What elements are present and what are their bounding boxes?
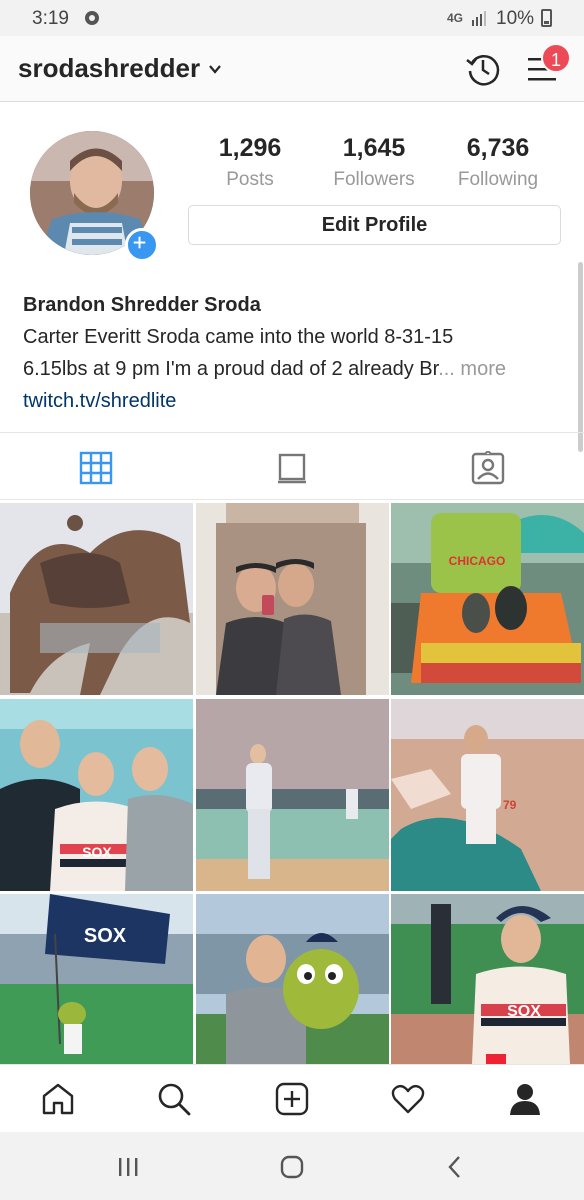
- bio-more-link[interactable]: ... more: [438, 358, 506, 380]
- edit-profile-button[interactable]: Edit Profile: [188, 205, 561, 245]
- following-count: 6,736: [466, 134, 530, 162]
- photo-grid: CHICAGO SOX 79 SOX SOX: [0, 503, 584, 1086]
- home-icon[interactable]: [41, 1082, 75, 1116]
- grid-post-8[interactable]: [196, 894, 389, 1086]
- username-switcher[interactable]: srodashredder: [18, 53, 200, 84]
- grid-sign-text: CHICAGO: [449, 554, 506, 568]
- scrollbar[interactable]: [578, 262, 583, 452]
- home-button-icon[interactable]: [279, 1154, 305, 1180]
- bio-text-line-1: Carter Everitt Sroda came into the world…: [23, 326, 454, 348]
- bottom-navigation: [0, 1064, 584, 1132]
- grid-post-1[interactable]: [0, 503, 193, 695]
- signal-icon: [472, 11, 486, 26]
- followers-stat[interactable]: 1,645 Followers: [304, 134, 444, 191]
- grid-jersey-number: 79: [503, 798, 517, 812]
- add-post-icon[interactable]: [275, 1082, 309, 1116]
- bio-text-line-2: 6.15lbs at 9 pm I'm a proud dad of 2 alr…: [23, 358, 563, 381]
- grid-post-2[interactable]: [196, 503, 389, 695]
- battery-percent: 10%: [496, 8, 535, 29]
- chevron-down-icon[interactable]: [208, 62, 222, 76]
- posts-label: Posts: [226, 169, 274, 190]
- grid-post-3[interactable]: CHICAGO: [391, 503, 584, 695]
- profile-website-link[interactable]: twitch.tv/shredlite: [23, 390, 563, 413]
- following-label: Following: [457, 169, 539, 190]
- grid-flag-text: SOX: [84, 925, 127, 947]
- grid-post-5[interactable]: [196, 699, 389, 891]
- profile-tabs: [0, 432, 584, 500]
- followers-label: Followers: [333, 169, 415, 190]
- grid-post-6[interactable]: 79: [391, 699, 584, 891]
- tagged-icon[interactable]: [471, 451, 505, 485]
- grid-jersey-text-1: SOX: [82, 844, 112, 860]
- notification-badge: 1: [541, 43, 571, 73]
- recent-apps-icon[interactable]: [115, 1154, 141, 1180]
- following-stat[interactable]: 6,736 Following: [428, 134, 568, 191]
- profile-icon[interactable]: [508, 1082, 542, 1116]
- grid-post-7[interactable]: SOX: [0, 894, 193, 1086]
- feed-icon[interactable]: [275, 451, 309, 485]
- battery-icon: [541, 9, 552, 27]
- network-type: 4G: [447, 11, 464, 25]
- bio-text-line-2-content: 6.15lbs at 9 pm I'm a proud dad of 2 alr…: [23, 358, 439, 380]
- status-bar: 3:19 4G 10%: [0, 0, 584, 36]
- profile-full-name: Brandon Shredder Sroda: [23, 294, 261, 316]
- activity-heart-icon[interactable]: [391, 1082, 425, 1116]
- back-icon[interactable]: [442, 1154, 468, 1180]
- archive-history-icon[interactable]: [464, 50, 502, 88]
- search-icon[interactable]: [157, 1082, 191, 1116]
- system-navigation-bar: [0, 1132, 584, 1200]
- grid-icon[interactable]: [79, 451, 113, 485]
- chrome-icon: [85, 11, 99, 25]
- followers-count: 1,645: [342, 134, 406, 162]
- status-time: 3:19: [32, 8, 69, 29]
- posts-count: 1,296: [218, 134, 282, 162]
- grid-post-4[interactable]: SOX: [0, 699, 193, 891]
- posts-stat[interactable]: 1,296 Posts: [180, 134, 320, 191]
- grid-jersey-text-2: SOX: [507, 1003, 541, 1020]
- profile-header: srodashredder 1: [0, 36, 584, 102]
- grid-post-9[interactable]: SOX: [391, 894, 584, 1086]
- profile-bio: Brandon Shredder Sroda Carter Everitt Sr…: [23, 294, 563, 413]
- add-story-icon[interactable]: [125, 228, 159, 262]
